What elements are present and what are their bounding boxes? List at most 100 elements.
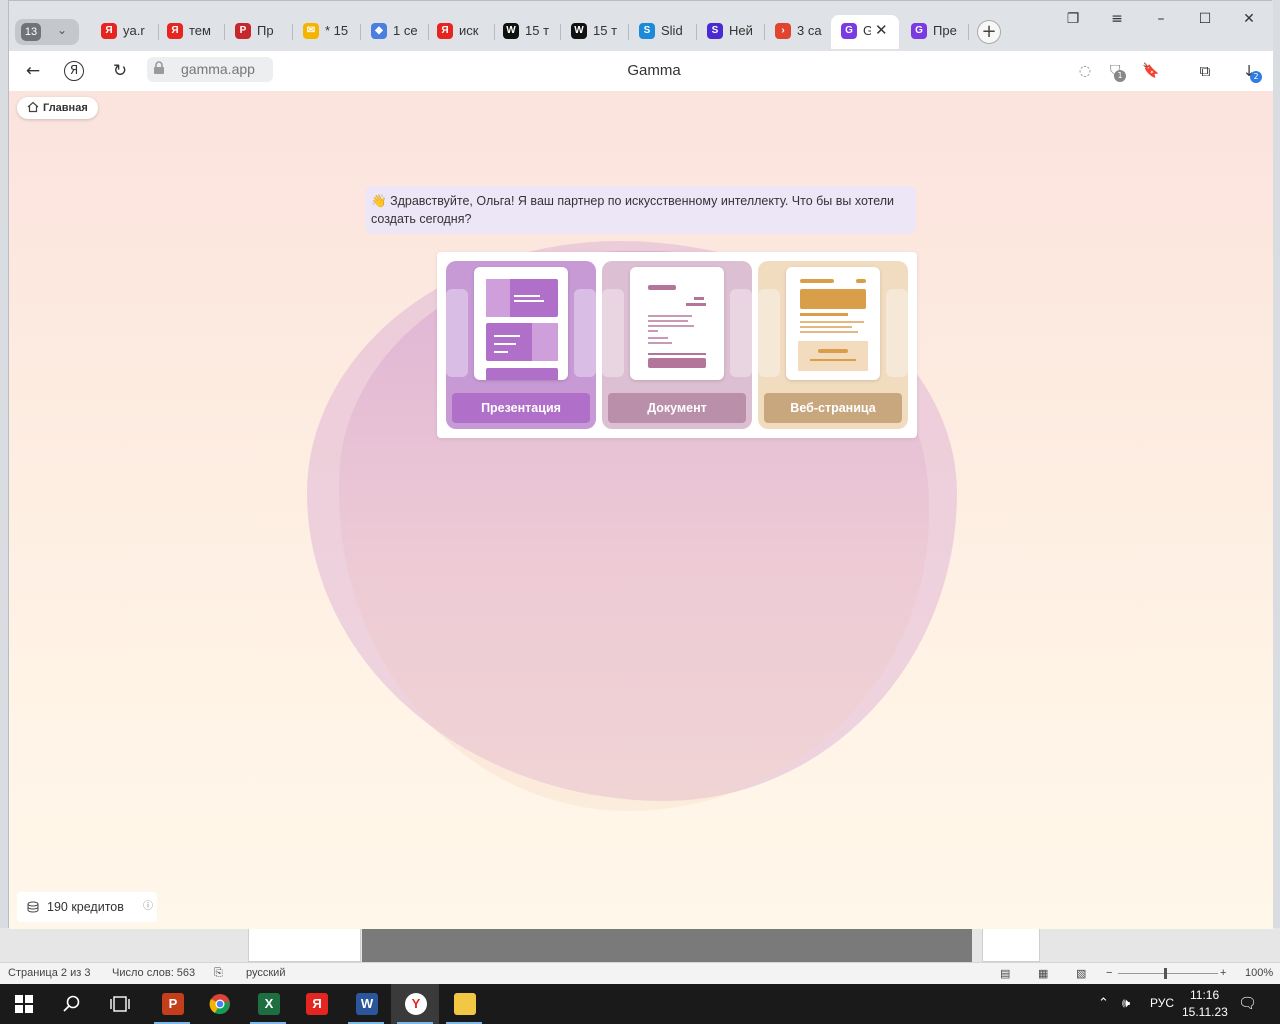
keyboard-language[interactable]: РУС [1150, 996, 1174, 1010]
taskbar: P X Я W Y ⌃ 🕪 РУС 11:16 15.11.23 🗨 [0, 984, 1280, 1024]
print-layout-icon[interactable]: ▦ [1038, 967, 1048, 980]
task-view-icon [110, 996, 130, 1012]
tab-7[interactable]: W 15 т [561, 15, 629, 49]
browser-toolbar: ← Я ↻ gamma.app Gamma ◌ ⛉ 1 🔖 ⧉ ↓ 2 [9, 51, 1273, 91]
search-button[interactable] [48, 984, 96, 1024]
greeting-text: Здравствуйте, Ольга! Я ваш партнер по ис… [371, 194, 895, 226]
yandex-icon: Я [167, 23, 183, 39]
tab-label: 15 т [525, 23, 550, 38]
clock-time[interactable]: 11:16 [1190, 988, 1219, 1002]
gamma-icon: G [841, 23, 857, 39]
task-view-button[interactable] [96, 984, 144, 1024]
home-label: Главная [43, 102, 88, 114]
maximize-button[interactable]: ☐ [1195, 11, 1215, 31]
tab-4[interactable]: ◆ 1 се [361, 15, 429, 49]
tab-label: иск [459, 23, 479, 38]
tab-label: * 15 [325, 23, 349, 38]
word-language[interactable]: русский [246, 967, 285, 979]
bookmark-icon[interactable]: 🔖 [1139, 59, 1163, 83]
page-title: Gamma [627, 62, 681, 79]
slides-icon: S [639, 23, 655, 39]
credits-box[interactable]: 190 кредитов ⓘ [17, 892, 157, 922]
zoom-in-button[interactable]: + [1220, 967, 1226, 979]
volume-icon[interactable]: 🕪 [1122, 995, 1130, 1011]
tab-count: 13 [21, 23, 41, 41]
taskbar-word[interactable]: W [342, 984, 390, 1024]
tab-9[interactable]: S Ней [697, 15, 765, 49]
word-dark-region [362, 928, 972, 962]
taskbar-explorer[interactable] [440, 984, 488, 1024]
read-mode-icon[interactable]: ▤ [1000, 967, 1010, 980]
taskbar-yandex-browser-active[interactable]: Y [391, 984, 439, 1024]
yandex-icon: Я [437, 23, 453, 39]
gamma-icon: G [911, 23, 927, 39]
address-url: gamma.app [181, 61, 255, 77]
minimize-button[interactable]: – [1151, 11, 1171, 31]
tab-6[interactable]: W 15 т [493, 15, 561, 49]
tab-label: Пре [933, 23, 957, 38]
collections-panel-icon[interactable]: ⧉ [1193, 59, 1217, 83]
taskbar-powerpoint[interactable]: P [148, 984, 196, 1024]
taskbar-chrome[interactable] [196, 984, 244, 1024]
tab-strip: 13 ⌄ Яya.r Ятем P Пр ✉ * 15 ◆ 1 се Яиск W 15 т W 15 … [9, 1, 1273, 51]
webpage-card[interactable]: Веб-страница [758, 261, 908, 429]
tab-1[interactable]: Ятем [157, 15, 225, 49]
card-side-left [758, 289, 780, 377]
tab-count-button[interactable]: 13 ⌄ [15, 19, 79, 45]
close-window-button[interactable]: ✕ [1239, 11, 1259, 31]
taskbar-yandex[interactable]: Я [292, 984, 340, 1024]
webpage-button[interactable]: Веб-страница [764, 393, 902, 423]
tab-label: тем [189, 23, 211, 38]
menu-icon[interactable]: ≡ [1107, 11, 1127, 31]
back-icon[interactable]: ← [21, 59, 45, 83]
close-tab-icon[interactable]: ✕ [875, 21, 888, 39]
tab-2[interactable]: P Пр [225, 15, 293, 49]
tab-0[interactable]: Яya.r [91, 15, 159, 49]
zoom-slider-thumb[interactable] [1164, 968, 1167, 979]
translate-icon[interactable]: ◌ [1073, 59, 1097, 83]
tab-12[interactable]: G Пре [901, 15, 969, 49]
document-card[interactable]: Документ [602, 261, 752, 429]
reload-icon[interactable]: ↻ [108, 59, 132, 83]
webpage-preview [786, 267, 880, 380]
chevron-down-icon: ⌄ [57, 23, 68, 37]
tab-label: Slid [661, 23, 683, 38]
notifications-icon[interactable]: 🗨 [1238, 994, 1257, 1012]
tab-11[interactable]: G G ✕ [831, 15, 899, 49]
word-page-count[interactable]: Страница 2 из 3 [8, 967, 90, 979]
zoom-level[interactable]: 100% [1245, 967, 1273, 979]
address-bar[interactable]: gamma.app [147, 57, 273, 82]
home-icon [27, 101, 39, 113]
gamma-page: Главная 👋 Здравствуйте, Ольга! Я ваш пар… [9, 91, 1273, 929]
web-layout-icon[interactable]: ▧ [1076, 967, 1086, 980]
coins-icon [27, 901, 39, 913]
taskbar-excel[interactable]: X [244, 984, 292, 1024]
tab-8[interactable]: S Slid [629, 15, 697, 49]
new-tab-button[interactable]: + [977, 20, 1001, 44]
word-document-area [0, 928, 1280, 962]
collections-icon[interactable]: ❐ [1063, 11, 1083, 31]
tab-label: G [863, 23, 871, 38]
start-button[interactable] [0, 984, 48, 1024]
clock-date[interactable]: 15.11.23 [1182, 1005, 1228, 1019]
home-button[interactable]: Главная [17, 97, 98, 119]
tab-label: 15 т [593, 23, 618, 38]
info-icon[interactable]: ⓘ [143, 892, 153, 922]
tab-10[interactable]: › 3 са [765, 15, 833, 49]
presentation-button[interactable]: Презентация [452, 393, 590, 423]
yandex-browser-icon: Я [306, 993, 328, 1015]
presentation-card[interactable]: Презентация [446, 261, 596, 429]
zoom-out-button[interactable]: − [1106, 967, 1112, 979]
tab-3[interactable]: ✉ * 15 [293, 15, 361, 49]
tray-chevron-icon[interactable]: ⌃ [1098, 995, 1109, 1011]
presentation-preview [474, 267, 568, 380]
document-button[interactable]: Документ [608, 393, 746, 423]
word-word-count[interactable]: Число слов: 563 [112, 967, 195, 979]
tab-label: Ней [729, 23, 753, 38]
powerpoint-icon: P [162, 993, 184, 1015]
greeting-bubble: 👋 Здравствуйте, Ольга! Я ваш партнер по … [365, 186, 916, 234]
yandex-home-icon[interactable]: Я [64, 61, 84, 81]
zoom-slider[interactable] [1118, 973, 1218, 974]
proofing-icon[interactable]: ⎘ [214, 967, 223, 980]
tab-5[interactable]: Яиск [427, 15, 495, 49]
